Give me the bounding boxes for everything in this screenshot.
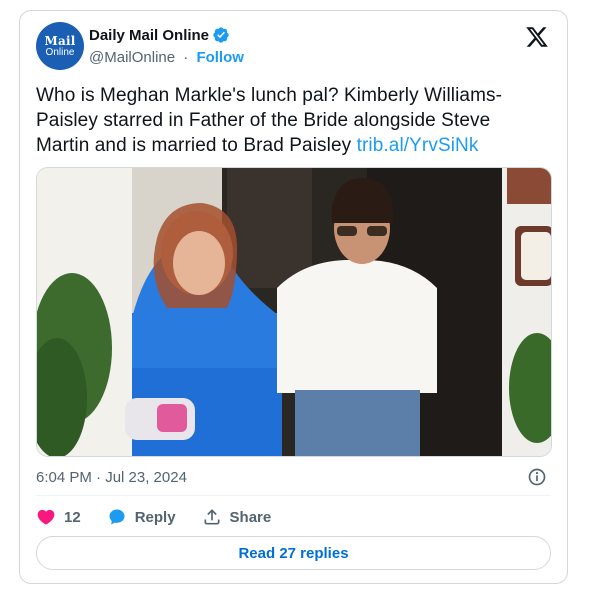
like-count: 12 — [64, 508, 81, 526]
info-icon[interactable] — [527, 467, 547, 487]
avatar-logo-mail: Mail — [44, 33, 76, 48]
author-handle[interactable]: @MailOnline — [89, 49, 175, 66]
avatar-logo-online: Online — [45, 46, 75, 58]
share-button[interactable]: Share — [202, 507, 272, 527]
x-logo-icon[interactable] — [525, 25, 549, 49]
divider — [36, 495, 551, 496]
tweet-link[interactable]: trib.al/YrvSiNk — [357, 135, 479, 156]
heart-icon — [37, 509, 55, 525]
handle-separator: · — [183, 49, 189, 66]
share-icon — [204, 509, 220, 525]
reply-bubble-icon — [109, 509, 125, 525]
tweet-card: Mail Online Daily Mail Online @MailOnlin… — [19, 10, 568, 584]
avatar[interactable]: Mail Online — [36, 22, 84, 70]
read-replies-button[interactable]: Read 27 replies — [36, 536, 551, 570]
reply-label: Reply — [134, 508, 176, 526]
tweet-timestamp[interactable]: 6:04 PM · Jul 23, 2024 — [36, 469, 187, 486]
reply-button[interactable]: Reply — [107, 507, 176, 527]
tweet-text: Who is Meghan Markle's lunch pal? Kimber… — [36, 83, 546, 158]
share-label: Share — [229, 508, 272, 526]
author-name[interactable]: Daily Mail Online — [89, 27, 209, 44]
verified-badge-icon — [213, 27, 229, 43]
tweet-photo[interactable] — [36, 167, 552, 457]
action-bar: 12 Reply Share — [36, 507, 297, 527]
author-handle-row: @MailOnline · Follow — [89, 49, 244, 66]
photo-image — [37, 168, 551, 456]
author-name-row: Daily Mail Online — [89, 26, 230, 44]
follow-button[interactable]: Follow — [196, 49, 244, 66]
like-button[interactable]: 12 — [36, 507, 81, 527]
